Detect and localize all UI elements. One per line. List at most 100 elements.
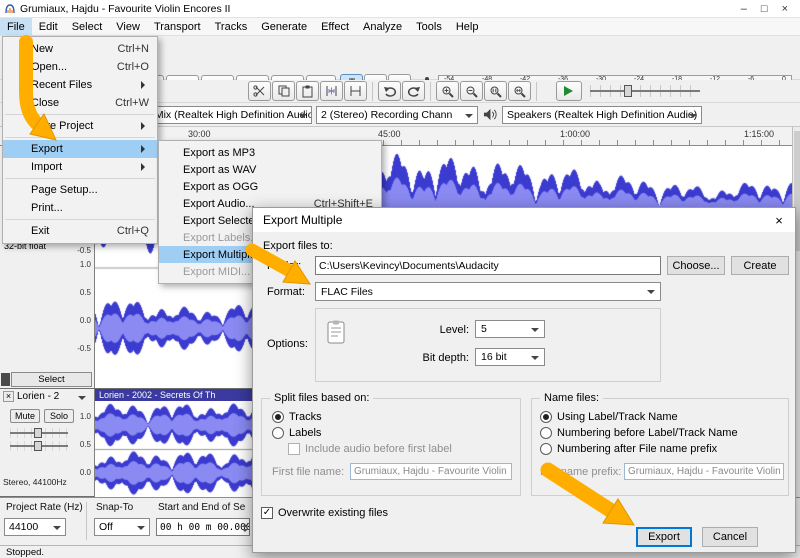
silence-audio-button[interactable] — [344, 81, 367, 101]
spinner-icon[interactable] — [242, 521, 248, 535]
copy-button[interactable] — [272, 81, 295, 101]
menu-separator — [5, 137, 155, 138]
close-button[interactable]: × — [782, 3, 788, 15]
status-text: Stopped. — [6, 546, 45, 558]
undo-button[interactable] — [378, 81, 401, 101]
file-menu-item-import[interactable]: Import — [3, 158, 157, 176]
track1-ruler-value: -0.5 — [77, 344, 91, 353]
file-menu-item-save-project[interactable]: Save Project — [3, 117, 157, 135]
numbering-before-label[interactable]: Numbering before Label/Track Name — [557, 427, 738, 439]
playback-device-select[interactable]: Speakers (Realtek High Definition Audio) — [502, 106, 702, 124]
zoom-in-icon — [442, 86, 454, 98]
menu-analyze[interactable]: Analyze — [356, 18, 409, 35]
track2-gain-slider[interactable] — [10, 428, 68, 438]
menu-effect[interactable]: Effect — [314, 18, 356, 35]
level-select[interactable]: 5 — [475, 320, 545, 338]
tracks-radio-label[interactable]: Tracks — [289, 411, 322, 423]
file-menu-item-export[interactable]: Export — [3, 140, 157, 158]
track2-solo-button[interactable]: Solo — [44, 409, 74, 423]
zoom-fit-button[interactable] — [508, 81, 531, 101]
track2-mute-button[interactable]: Mute — [10, 409, 40, 423]
track2-close-icon[interactable]: × — [3, 391, 14, 402]
labels-radio-label[interactable]: Labels — [289, 427, 321, 439]
zoom-in-button[interactable] — [436, 81, 459, 101]
bit-depth-select[interactable]: 16 bit — [475, 348, 545, 366]
track2-menu-chevron-icon[interactable] — [78, 396, 86, 404]
numbering-after-radio[interactable] — [540, 443, 552, 455]
first-file-name-input[interactable] — [350, 463, 512, 480]
file-menu-item-print[interactable]: Print... — [3, 199, 157, 217]
trim-icon — [326, 86, 337, 96]
export-menu-item-ogg[interactable]: Export as OGG — [159, 178, 381, 195]
scissors-icon — [253, 85, 265, 97]
paste-button[interactable] — [296, 81, 319, 101]
export-menu-item-wav[interactable]: Export as WAV — [159, 161, 381, 178]
numbering-before-radio[interactable] — [540, 427, 552, 439]
choose-button[interactable]: Choose... — [667, 256, 725, 275]
menu-select[interactable]: Select — [65, 18, 110, 35]
track2-title[interactable]: Lorien - 2 — [17, 391, 59, 402]
file-menu: New Ctrl+N Open... Ctrl+O Recent Files Clo… — [2, 36, 158, 244]
gain-slider-thumb[interactable] — [34, 428, 42, 438]
include-audio-label: Include audio before first label — [305, 443, 452, 455]
export-menu-item-mp3[interactable]: Export as MP3 — [159, 144, 381, 161]
track1-ruler-value: -0.5 — [77, 246, 91, 255]
audacity-window: Grumiaux, Hajdu - Favourite Violin Encor… — [0, 0, 800, 558]
menu-transport[interactable]: Transport — [147, 18, 208, 35]
maximize-button[interactable]: □ — [761, 3, 768, 15]
menu-tracks[interactable]: Tracks — [208, 18, 255, 35]
using-label-track-name-radio[interactable] — [540, 411, 552, 423]
submenu-arrow-icon — [141, 145, 149, 153]
using-label-track-name-label[interactable]: Using Label/Track Name — [557, 411, 678, 423]
zoom-selection-button[interactable] — [484, 81, 507, 101]
include-audio-checkbox[interactable] — [288, 443, 300, 455]
overwrite-label[interactable]: Overwrite existing files — [278, 507, 388, 519]
menu-help[interactable]: Help — [449, 18, 486, 35]
cut-button[interactable] — [248, 81, 271, 101]
track1-select-button[interactable]: Select — [11, 372, 92, 387]
overwrite-checkbox[interactable]: ✓ — [261, 507, 273, 519]
selection-start-field[interactable]: 00 h 00 m 00.000 s — [156, 518, 250, 536]
play-speed-slider-thumb[interactable] — [624, 85, 632, 97]
file-menu-item-open[interactable]: Open... Ctrl+O — [3, 58, 157, 76]
file-menu-item-new[interactable]: New Ctrl+N — [3, 40, 157, 58]
format-select[interactable]: FLAC Files — [315, 282, 661, 301]
snap-to-select[interactable]: Off — [94, 518, 150, 536]
window-title: Grumiaux, Hajdu - Favourite Violin Encor… — [20, 2, 231, 15]
track2-pan-slider[interactable] — [10, 441, 68, 451]
file-name-prefix-input[interactable] — [624, 463, 784, 480]
numbering-after-label[interactable]: Numbering after File name prefix — [557, 443, 717, 455]
project-rate-select[interactable]: 44100 — [4, 518, 66, 536]
play-at-speed-button[interactable] — [556, 81, 582, 101]
export-button[interactable]: Export — [636, 527, 692, 547]
tracks-radio[interactable] — [272, 411, 284, 423]
zoom-out-button[interactable] — [460, 81, 483, 101]
menu-file[interactable]: File — [0, 18, 32, 35]
pan-slider-thumb[interactable] — [34, 441, 42, 451]
menu-separator — [5, 178, 155, 179]
dialog-close-icon[interactable]: × — [763, 208, 795, 232]
file-menu-item-close[interactable]: Close Ctrl+W — [3, 94, 157, 112]
create-button[interactable]: Create — [731, 256, 789, 275]
file-menu-item-recent-files[interactable]: Recent Files — [3, 76, 157, 94]
file-menu-item-exit[interactable]: Exit Ctrl+Q — [3, 222, 157, 240]
file-menu-item-page-setup[interactable]: Page Setup... — [3, 181, 157, 199]
folder-input[interactable] — [315, 256, 661, 275]
play-at-speed-icon — [564, 86, 578, 96]
menu-generate[interactable]: Generate — [254, 18, 314, 35]
minimize-button[interactable]: – — [741, 3, 747, 15]
redo-button[interactable] — [402, 81, 425, 101]
trim-audio-button[interactable] — [320, 81, 343, 101]
recording-channels-select[interactable]: 2 (Stereo) Recording Chann — [316, 106, 478, 124]
menu-edit[interactable]: Edit — [32, 18, 65, 35]
undo-icon — [383, 87, 396, 97]
selection-range-label[interactable]: Start and End of Se — [158, 502, 245, 513]
play-speed-slider[interactable] — [590, 85, 700, 97]
zoom-out-icon — [466, 86, 478, 98]
menu-tools[interactable]: Tools — [409, 18, 449, 35]
cancel-button[interactable]: Cancel — [702, 527, 758, 547]
submenu-arrow-icon — [141, 122, 149, 130]
labels-radio[interactable] — [272, 427, 284, 439]
track1-collapse-icon[interactable] — [1, 373, 10, 386]
menu-view[interactable]: View — [109, 18, 147, 35]
